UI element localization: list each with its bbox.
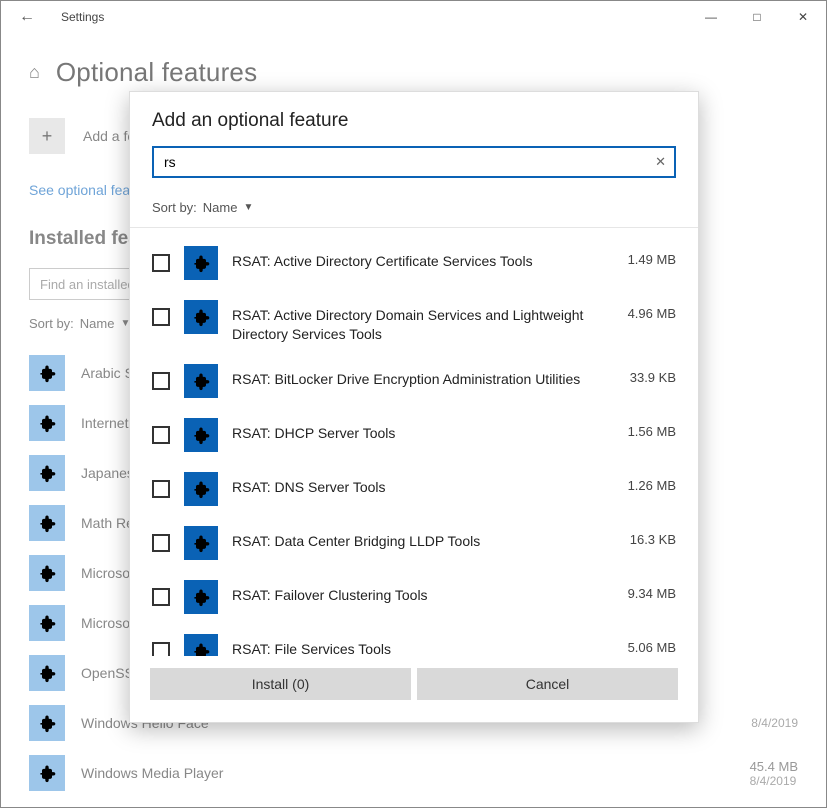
clear-search-icon[interactable]: ✕ [655,154,666,170]
feature-checkbox[interactable] [152,480,170,498]
feature-icon [184,246,218,280]
feature-checkbox[interactable] [152,308,170,326]
feature-icon [184,634,218,656]
feature-row[interactable]: RSAT: Active Directory Certificate Servi… [152,236,676,290]
dialog-sortby[interactable]: Sort by: Name ▼ [130,184,698,228]
feature-size: 4.96 MB [628,300,676,321]
feature-row[interactable]: RSAT: BitLocker Drive Encryption Adminis… [152,354,676,408]
dialog-sort-value: Name [203,200,238,215]
feature-row[interactable]: RSAT: Data Center Bridging LLDP Tools 16.… [152,516,676,570]
feature-checkbox[interactable] [152,588,170,606]
feature-checkbox[interactable] [152,426,170,444]
feature-name: RSAT: Data Center Bridging LLDP Tools [232,526,616,551]
feature-row[interactable]: RSAT: Active Directory Domain Services a… [152,290,676,354]
feature-size: 1.49 MB [628,246,676,267]
feature-size: 5.06 MB [628,634,676,655]
feature-checkbox[interactable] [152,642,170,656]
feature-size: 9.34 MB [628,580,676,601]
feature-checkbox[interactable] [152,534,170,552]
feature-size: 1.56 MB [628,418,676,439]
feature-row[interactable]: RSAT: DHCP Server Tools 1.56 MB [152,408,676,462]
dialog-search-input[interactable] [162,153,655,171]
feature-icon [184,526,218,560]
feature-name: RSAT: Active Directory Certificate Servi… [232,246,614,271]
feature-checkbox[interactable] [152,372,170,390]
feature-icon [184,300,218,334]
feature-size: 33.9 KB [630,364,676,385]
feature-icon [184,580,218,614]
add-optional-feature-dialog: Add an optional feature ✕ Sort by: Name … [129,91,699,723]
cancel-button[interactable]: Cancel [417,668,678,700]
feature-name: RSAT: DHCP Server Tools [232,418,614,443]
dialog-search-box[interactable]: ✕ [152,146,676,178]
feature-name: RSAT: BitLocker Drive Encryption Adminis… [232,364,616,389]
feature-name: RSAT: Active Directory Domain Services a… [232,300,614,344]
feature-row[interactable]: RSAT: DNS Server Tools 1.26 MB [152,462,676,516]
feature-name: RSAT: Failover Clustering Tools [232,580,614,605]
feature-size: 16.3 KB [630,526,676,547]
feature-icon [184,364,218,398]
feature-name: RSAT: File Services Tools [232,634,614,656]
feature-icon [184,418,218,452]
install-button[interactable]: Install (0) [150,668,411,700]
dialog-sort-label: Sort by: [152,200,197,215]
dialog-title: Add an optional feature [152,110,676,132]
chevron-down-icon: ▼ [243,202,253,213]
feature-row[interactable]: RSAT: File Services Tools 5.06 MB [152,624,676,656]
feature-row[interactable]: RSAT: Failover Clustering Tools 9.34 MB [152,570,676,624]
feature-name: RSAT: DNS Server Tools [232,472,614,497]
feature-icon [184,472,218,506]
feature-checkbox[interactable] [152,254,170,272]
feature-size: 1.26 MB [628,472,676,493]
